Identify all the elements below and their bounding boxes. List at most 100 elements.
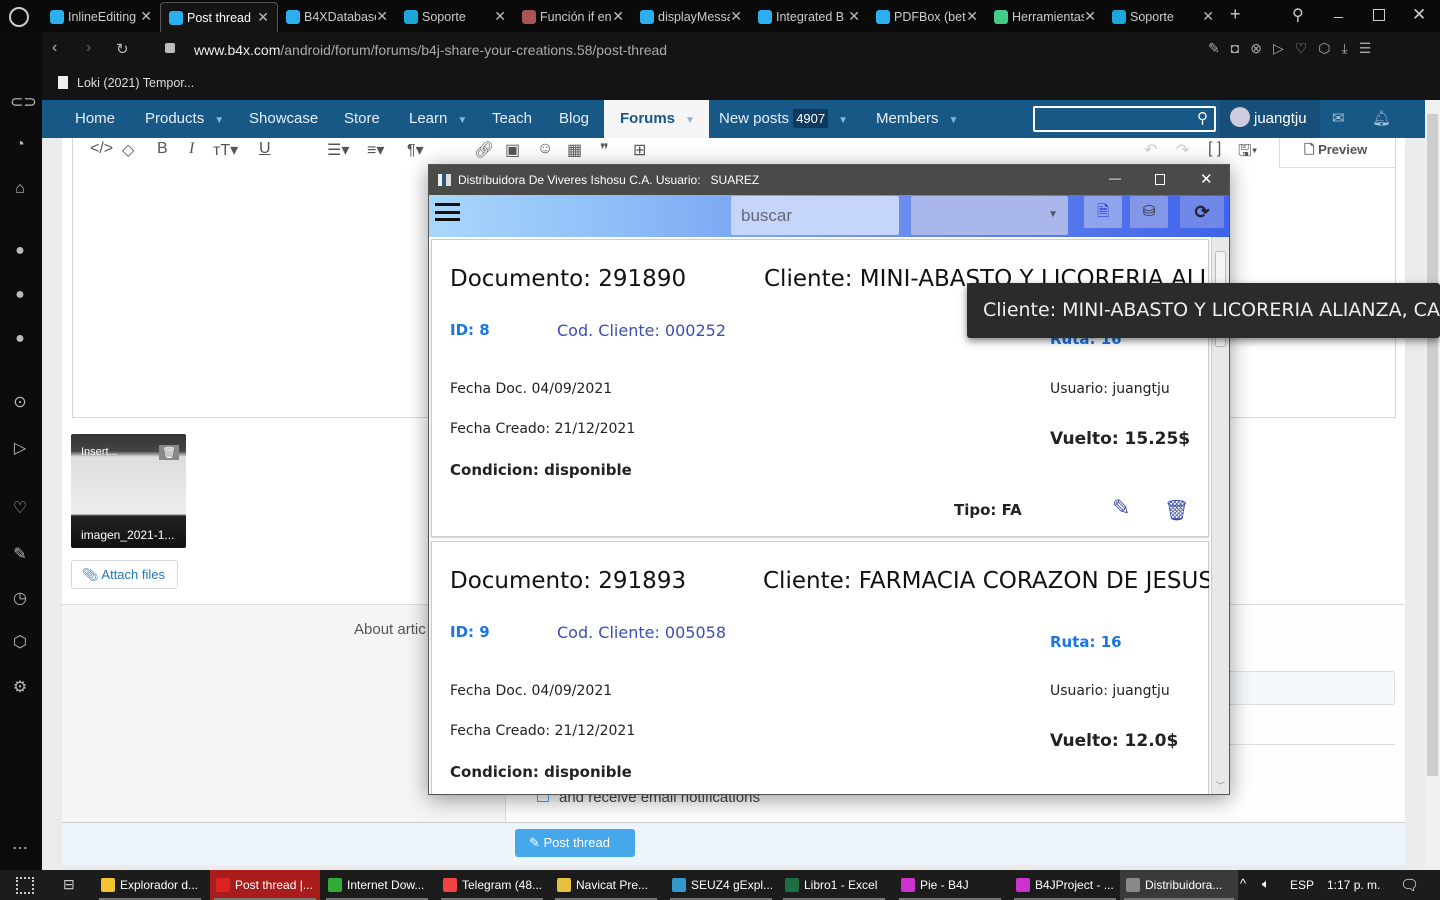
more-icon[interactable]: ⋯ [10, 838, 30, 858]
document-button[interactable]: 🗎︎ [1084, 196, 1122, 228]
minimize-button[interactable]: — [1109, 171, 1121, 185]
opera-logo-icon[interactable] [9, 7, 29, 27]
nav-store[interactable]: Store [344, 100, 380, 138]
user-menu[interactable]: juangtju [1220, 100, 1320, 138]
browser-tab[interactable]: Post thread ✕ [160, 2, 278, 32]
inbox-icon[interactable]: ✉ [1332, 109, 1345, 127]
close-tab-icon[interactable]: ✕ [848, 8, 860, 25]
reload-icon[interactable]: ↻ [116, 40, 129, 58]
browser-tab[interactable]: Soporte ✕ [1104, 2, 1222, 32]
close-tab-icon[interactable]: ✕ [966, 8, 978, 25]
search-input[interactable]: buscar [731, 196, 899, 235]
bookmark-item[interactable]: Loki (2021) Tempor... [58, 76, 194, 90]
send-icon[interactable]: ▷ [1273, 40, 1295, 56]
list-icon[interactable]: ☰▾ [327, 140, 349, 160]
start-icon[interactable] [16, 877, 34, 894]
font-size-icon[interactable]: тT▾ [213, 140, 238, 160]
settings-sliders-icon[interactable]: ☰ [1359, 40, 1383, 56]
player-icon[interactable]: ⊙ [10, 392, 30, 412]
browser-tab[interactable]: B4XDatabase ✕ [278, 2, 396, 32]
forward-icon[interactable]: › [86, 39, 91, 57]
close-tab-icon[interactable]: ✕ [1202, 8, 1214, 25]
insert-attachment-button[interactable]: Insert... [81, 446, 118, 458]
close-tab-icon[interactable]: ✕ [612, 8, 624, 25]
adblock-icon[interactable]: ⊗ [1250, 40, 1273, 56]
snap-icon[interactable]: ✎ [1208, 40, 1231, 56]
document-card[interactable]: Documento: 291893 Cliente: FARMACIA CORA… [431, 541, 1209, 794]
browser-tab[interactable]: Integrated B ✕ [750, 2, 868, 32]
chevron-down-icon[interactable]: ▼ [838, 115, 848, 126]
align-icon[interactable]: ≡▾ [367, 140, 384, 160]
fullscreen-icon[interactable]: [ ] [1208, 140, 1221, 158]
close-tab-icon[interactable]: ✕ [730, 8, 742, 25]
messenger-icon[interactable]: ● [10, 242, 30, 260]
undo-icon[interactable]: ↶ [1144, 140, 1157, 160]
smiley-icon[interactable]: ☺ [537, 140, 553, 158]
close-tab-icon[interactable]: ✕ [140, 8, 152, 25]
taskbar-app[interactable]: SEUZ4 gExpl... [666, 870, 776, 900]
volume-icon[interactable]: 🔈︎ [1262, 876, 1270, 892]
whatsapp-icon[interactable]: ● [10, 286, 30, 304]
page-scrollbar[interactable] [1425, 100, 1440, 870]
browser-tab[interactable]: InlineEditing ✕ [42, 2, 160, 32]
code-view-icon[interactable]: </> [90, 140, 113, 158]
nav-home[interactable]: Home [75, 100, 115, 138]
cube-icon[interactable]: ⬡ [10, 632, 30, 652]
nav-showcase[interactable]: Showcase [249, 100, 318, 138]
chevron-down-icon[interactable]: ▼ [685, 115, 695, 126]
nav-forums[interactable]: Forums ▼ [604, 100, 709, 138]
pinboard-icon[interactable]: ✎ [10, 544, 30, 564]
paragraph-icon[interactable]: ¶▾ [407, 140, 424, 160]
search-input[interactable]: ⚲ [1033, 106, 1216, 132]
database-button[interactable]: ⛁ [1130, 196, 1168, 228]
link-icon[interactable]: 🔗︎ [474, 140, 494, 160]
filter-dropdown[interactable]: ▼ [911, 196, 1068, 235]
prefix-field[interactable] [1222, 671, 1395, 705]
taskbar-app[interactable]: Libro1 - Excel [779, 870, 889, 900]
taskbar-app[interactable]: B4JProject - ... [1010, 870, 1120, 900]
edit-icon[interactable]: ✎ [1112, 496, 1130, 521]
close-window-button[interactable]: ✕ [1412, 5, 1426, 25]
attach-files-button[interactable]: 📎︎ Attach files [71, 560, 178, 589]
nav-new-posts[interactable]: New posts 4907 ▼ [719, 100, 848, 138]
new-tab-button[interactable]: + [1230, 4, 1241, 25]
taskbar-app[interactable]: Post thread |... [210, 870, 320, 900]
chevron-down-icon[interactable]: ▼ [949, 115, 959, 126]
post-thread-button[interactable]: ✎ Post thread [515, 829, 635, 857]
quote-icon[interactable]: ❞ [600, 140, 609, 160]
chevron-down-icon[interactable]: ▼ [214, 115, 224, 126]
preview-button[interactable]: 🗋 Preview [1279, 138, 1395, 168]
heart-icon[interactable]: ♡ [1295, 40, 1319, 56]
back-icon[interactable]: ‹ [52, 39, 57, 57]
notifications-icon[interactable]: 🗨︎ [1400, 876, 1419, 894]
delete-attachment-icon[interactable]: 🗑︎ [159, 445, 179, 460]
browser-tab[interactable]: Soporte ✕ [396, 2, 514, 32]
taskbar-app[interactable]: Explorador d... [95, 870, 205, 900]
cube-icon[interactable]: ⬡ [1318, 40, 1341, 56]
taskbar-app[interactable]: Telegram (48... [437, 870, 547, 900]
close-tab-icon[interactable]: ✕ [376, 8, 388, 25]
minimize-button[interactable]: _ [1334, 2, 1343, 20]
search-tabs-icon[interactable]: ⚲ [1292, 5, 1304, 25]
browser-tab[interactable]: Función if en ✕ [514, 2, 632, 32]
nav-members[interactable]: Members ▼ [876, 100, 958, 138]
gamepad-icon[interactable]: ⊂⊃ [10, 92, 37, 112]
browser-tab[interactable]: displayMessage✕ [632, 2, 750, 32]
telegram-icon[interactable]: ● [10, 330, 30, 348]
hamburger-menu-icon[interactable] [435, 203, 460, 221]
redo-icon[interactable]: ↷ [1176, 140, 1189, 160]
nav-products[interactable]: Products ▼ [145, 100, 224, 138]
heart-icon[interactable]: ♡ [10, 498, 30, 518]
close-tab-icon[interactable]: ✕ [257, 9, 269, 26]
close-tab-icon[interactable]: ✕ [494, 8, 506, 25]
send-icon[interactable]: ▷ [10, 438, 30, 458]
image-icon[interactable]: ▣ [505, 140, 520, 160]
taskbar-app[interactable]: Navicat Pre... [551, 870, 661, 900]
bell-icon[interactable]: 🔔︎ [1372, 109, 1391, 127]
clock[interactable]: 1:17 p. m. [1327, 878, 1380, 892]
trash-icon[interactable]: 🗑︎ [1164, 498, 1189, 522]
italic-icon[interactable]: I [189, 140, 194, 158]
browser-tab[interactable]: PDFBox (beta ✕ [868, 2, 986, 32]
taskbar-app[interactable]: Distribuidora... [1120, 870, 1238, 900]
nav-teach[interactable]: Teach [492, 100, 532, 138]
